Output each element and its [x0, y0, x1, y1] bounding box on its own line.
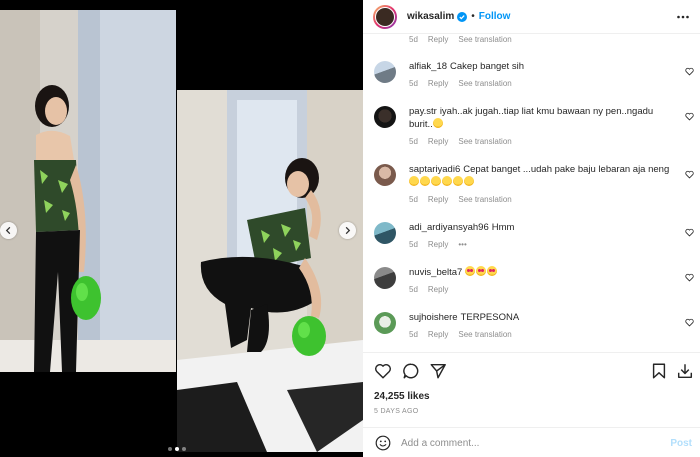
comment-time: 5d: [409, 79, 418, 88]
comment-body: sujhoishere TERPESONA 5d Reply See transl…: [409, 311, 671, 341]
share-paper-plane-icon[interactable]: [429, 362, 447, 380]
comment-time: 5d: [409, 137, 418, 146]
carousel-photo-2: [177, 90, 363, 452]
see-translation-link[interactable]: See translation: [458, 193, 511, 206]
author-avatar[interactable]: [373, 4, 397, 29]
reply-link[interactable]: Reply: [428, 328, 448, 341]
comment-body: nuvis_belta7 5d Reply: [409, 266, 671, 296]
laughing-emoji-icon: [453, 176, 463, 186]
commenter-avatar[interactable]: [374, 106, 396, 128]
post-comment-button[interactable]: Post: [670, 438, 692, 449]
comment-time: 5d: [409, 285, 418, 294]
commenter-username[interactable]: adi_ardiyansyah96: [409, 222, 489, 233]
comment-body: saptariyadi6 Cepat banget ...udah pake ba…: [409, 163, 671, 206]
see-translation-link[interactable]: See translation: [458, 35, 511, 44]
emoji-smiley-icon[interactable]: [375, 435, 391, 451]
commenter-username[interactable]: sujhoishere: [409, 312, 458, 323]
instagram-post-view: wikasalim • Follow 5d Reply See translat…: [0, 0, 700, 457]
post-media-carousel[interactable]: [0, 0, 363, 457]
carousel-dot-active: [175, 447, 179, 451]
see-translation-link[interactable]: See translation: [458, 77, 511, 90]
commenter-avatar[interactable]: [374, 164, 396, 186]
carousel-dot: [182, 447, 186, 451]
carousel-prev-button[interactable]: [0, 222, 17, 239]
reply-link[interactable]: Reply: [428, 193, 448, 206]
like-comment-heart-icon[interactable]: [685, 318, 694, 327]
header-separator: •: [471, 11, 475, 22]
previous-comment-meta: 5d Reply See translation: [409, 35, 512, 44]
comment-text: TERPESONA: [460, 312, 520, 323]
like-heart-icon[interactable]: [374, 362, 392, 380]
carousel-track: [0, 0, 363, 457]
comment-time: 5d: [409, 330, 418, 339]
laughing-emoji-icon: [442, 176, 452, 186]
heart-eyes-emoji-icon: [465, 266, 476, 276]
more-options-icon[interactable]: [676, 10, 690, 24]
comment-text: iyah..ak jugah..tiap liat kmu bawaan ny …: [409, 106, 654, 130]
add-comment-row: Post: [363, 427, 700, 457]
comment-body: pay.str iyah..ak jugah..tiap liat kmu baw…: [409, 105, 671, 148]
comment-time: 5d: [409, 240, 418, 249]
heart-eyes-emoji-icon: [476, 266, 487, 276]
carousel-dot: [168, 447, 172, 451]
comments-list[interactable]: 5d Reply See translation alfiak_18 Cakep …: [363, 34, 700, 352]
post-header: wikasalim • Follow: [363, 0, 700, 34]
comment-body: adi_ardiyansyah96 Hmm 5d Reply •••: [409, 221, 671, 251]
reply-link[interactable]: Reply: [428, 35, 448, 44]
like-comment-heart-icon[interactable]: [685, 67, 694, 76]
commenter-username[interactable]: nuvis_belta7: [409, 267, 462, 278]
photo-2-illustration: [177, 90, 363, 452]
follow-button[interactable]: Follow: [479, 11, 511, 22]
reply-link[interactable]: Reply: [428, 283, 448, 296]
comment-time: 5d: [409, 35, 418, 44]
commenter-avatar[interactable]: [374, 267, 396, 289]
laughing-emoji-icon: [431, 176, 441, 186]
see-translation-link[interactable]: See translation: [458, 135, 511, 148]
commenter-avatar[interactable]: [374, 222, 396, 244]
reply-link[interactable]: Reply: [428, 238, 448, 251]
author-username[interactable]: wikasalim: [407, 11, 454, 22]
post-side-panel: wikasalim • Follow 5d Reply See translat…: [363, 0, 700, 457]
laughing-emoji-icon: [432, 118, 443, 128]
like-comment-heart-icon[interactable]: [685, 112, 694, 121]
reply-link[interactable]: Reply: [428, 135, 448, 148]
see-translation-link[interactable]: See translation: [458, 328, 511, 341]
commenter-username[interactable]: alfiak_18: [409, 61, 447, 72]
heart-eyes-emoji-icon: [487, 266, 498, 276]
post-actions: 24,255 likes 5 DAYS AGO Post: [363, 352, 700, 457]
likes-count[interactable]: 24,255 likes: [374, 391, 430, 402]
like-comment-heart-icon[interactable]: [685, 273, 694, 282]
commenter-username[interactable]: saptariyadi6: [409, 164, 460, 175]
comment-more-options[interactable]: •••: [458, 238, 466, 251]
comment-text: Cepat banget ...udah pake baju lebaran a…: [463, 164, 670, 175]
carousel-dots: [168, 447, 186, 451]
like-comment-heart-icon[interactable]: [685, 228, 694, 237]
chevron-right-icon: [345, 226, 351, 235]
like-comment-heart-icon[interactable]: [685, 170, 694, 179]
laughing-emoji-icon: [464, 176, 474, 186]
comment-text: Hmm: [491, 222, 515, 233]
verified-badge-icon: [457, 11, 468, 22]
comment-body: alfiak_18 Cakep banget sih 5d Reply See t…: [409, 60, 671, 90]
photo-1-illustration: [0, 10, 176, 372]
commenter-avatar[interactable]: [374, 61, 396, 83]
add-comment-input[interactable]: [401, 437, 651, 449]
chevron-left-icon: [5, 226, 11, 235]
reply-link[interactable]: Reply: [428, 77, 448, 90]
download-icon[interactable]: [676, 362, 694, 380]
carousel-photo-1: [0, 10, 176, 372]
carousel-next-button[interactable]: [339, 222, 356, 239]
save-bookmark-icon[interactable]: [650, 362, 668, 380]
commenter-avatar[interactable]: [374, 312, 396, 334]
comment-text: Cakep banget sih: [450, 61, 524, 72]
commenter-username[interactable]: pay.str: [409, 106, 437, 117]
comment-bubble-icon[interactable]: [402, 362, 420, 380]
comment-time: 5d: [409, 195, 418, 204]
laughing-emoji-icon: [409, 176, 419, 186]
laughing-emoji-icon: [420, 176, 430, 186]
post-date: 5 DAYS AGO: [374, 408, 419, 415]
